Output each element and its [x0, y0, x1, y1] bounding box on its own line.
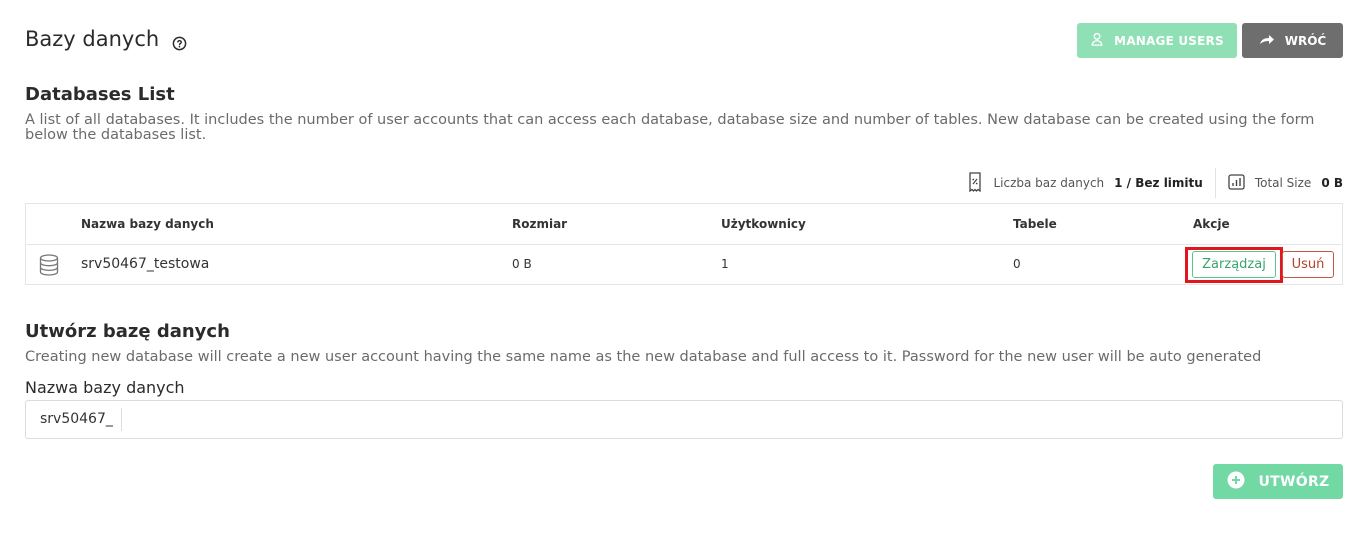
total-size-value: 0 B	[1321, 176, 1343, 190]
table-header: Nazwa bazy danych Rozmiar Użytkownicy Ta…	[26, 204, 1342, 245]
database-count-icon	[967, 171, 983, 195]
manage-users-label: MANAGE USERS	[1114, 33, 1224, 48]
database-name-field: srv50467_	[25, 400, 1343, 439]
plus-circle-icon	[1227, 471, 1245, 493]
database-users: 1	[721, 257, 729, 271]
database-name-input[interactable]	[121, 401, 1342, 438]
column-header-name: Nazwa bazy danych	[81, 217, 214, 231]
share-arrow-icon	[1259, 33, 1275, 48]
bar-chart-icon	[1228, 173, 1245, 193]
column-header-users: Użytkownicy	[721, 217, 806, 231]
create-database-title: Utwórz bazę danych	[25, 321, 230, 342]
back-button[interactable]: WRÓĆ	[1242, 23, 1343, 58]
create-database-label: UTWÓRZ	[1258, 473, 1330, 490]
database-tables: 0	[1013, 257, 1021, 271]
databases-table: Nazwa bazy danych Rozmiar Użytkownicy Ta…	[25, 203, 1343, 285]
database-name-prefix: srv50467_	[26, 408, 122, 431]
column-header-actions: Akcje	[1193, 217, 1230, 231]
create-database-button[interactable]: UTWÓRZ	[1213, 464, 1343, 499]
back-label: WRÓĆ	[1284, 33, 1327, 48]
page-title: Bazy danych	[25, 27, 187, 51]
database-count-label: Liczba baz danych	[993, 176, 1105, 190]
manage-database-button[interactable]: Zarządzaj	[1192, 251, 1276, 278]
database-name-label: Nazwa bazy danych	[25, 378, 185, 397]
table-row: srv50467_testowa 0 B 1 0 Zarządzaj Usuń	[26, 245, 1342, 285]
databases-list-description: A list of all databases. It includes the…	[25, 112, 1315, 143]
help-icon[interactable]	[172, 32, 187, 50]
database-size: 0 B	[512, 257, 532, 271]
total-size-label: Total Size	[1254, 176, 1312, 190]
page-title-text: Bazy danych	[25, 27, 160, 51]
delete-database-button[interactable]: Usuń	[1282, 251, 1334, 278]
manage-users-button[interactable]: MANAGE USERS	[1077, 23, 1237, 58]
user-icon	[1090, 32, 1104, 49]
column-header-size: Rozmiar	[512, 217, 568, 231]
stats-divider	[1214, 168, 1216, 198]
databases-list-title: Databases List	[25, 84, 175, 105]
database-count-value: 1 / Bez limitu	[1114, 176, 1203, 190]
database-count-stat: Liczba baz danych 1 / Bez limitu	[967, 171, 1203, 195]
total-size-stat: Total Size 0 B	[1228, 173, 1343, 193]
column-header-tables: Tabele	[1013, 217, 1057, 231]
create-database-description: Creating new database will create a new …	[25, 349, 1262, 365]
database-name: srv50467_testowa	[81, 256, 210, 272]
database-stats: Liczba baz danych 1 / Bez limitu Total S…	[967, 168, 1343, 198]
database-icon	[39, 254, 59, 280]
